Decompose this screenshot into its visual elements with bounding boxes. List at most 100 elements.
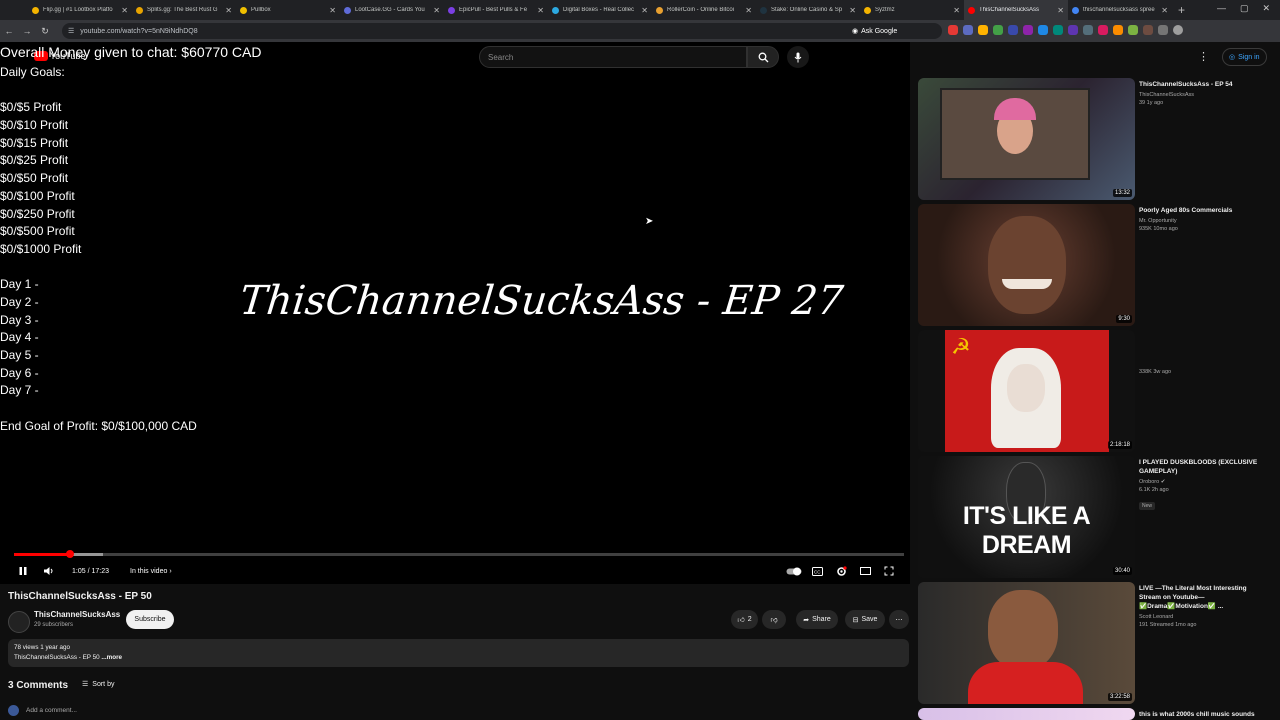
video-title[interactable]: this is what 2000s chill music sounds [1139,710,1269,719]
fullscreen-button[interactable] [884,562,894,580]
new-tab-icon[interactable]: + [1178,3,1185,17]
related-video-card[interactable]: 13:32 ThisChannelSucksAss - EP 54 ThisCh… [918,78,1278,202]
extension-icon[interactable] [948,25,958,35]
ask-google-button[interactable]: ◉ Ask Google [852,23,897,39]
video-thumbnail[interactable]: ☭ 2:18:18 [918,330,1135,452]
more-actions-button[interactable]: ⋯ [889,610,909,629]
back-icon[interactable]: ← [0,26,18,36]
in-this-video-button[interactable]: In this video › [130,562,172,580]
video-thumbnail[interactable]: 3:22:58 [918,582,1135,704]
show-more-link[interactable]: ...more [101,654,122,661]
browser-tab[interactable]: thischannelsucksass spree ✕ [1068,0,1172,20]
close-window-icon[interactable]: ✕ [1262,3,1270,14]
scrubber-handle[interactable] [66,550,75,558]
extension-icon[interactable] [1098,25,1108,35]
video-title[interactable]: ThisChannelSucksAss - EP 54 [1139,80,1269,89]
tab-close-icon[interactable]: ✕ [1057,6,1064,15]
video-thumbnail[interactable]: IT'S LIKE A DREAM 30:40 [918,456,1135,578]
related-video-card[interactable]: IT'S LIKE A DREAM 30:40 I PLAYED DUSKBLO… [918,456,1278,580]
browser-tab[interactable]: Stake: Online Casino & Sp ✕ [756,0,860,20]
channel-name[interactable]: ThisChannelSucksAss [34,610,120,619]
autoplay-toggle[interactable] [786,562,802,580]
site-info-icon[interactable]: ☰ [68,27,74,35]
tab-close-icon[interactable]: ✕ [641,6,648,15]
browser-tab[interactable]: LootCase.GG - Cards You ✕ [340,0,444,20]
voice-search-button[interactable] [787,46,809,68]
tab-close-icon[interactable]: ✕ [121,6,128,15]
extension-icon[interactable] [1158,25,1168,35]
extension-icon[interactable] [1038,25,1048,35]
extension-icon[interactable] [1008,25,1018,35]
browser-tab[interactable]: Digital Boxes - Real Collec ✕ [548,0,652,20]
dislike-button[interactable]: 👎︎ [762,610,786,629]
subscribe-button[interactable]: Subscribe [126,610,174,629]
related-video-card[interactable]: ☭ 2:18:18 338K 3w ago [918,330,1278,454]
share-button[interactable]: ➦ Share [796,610,838,629]
progress-bar[interactable] [14,550,904,558]
video-title[interactable]: Poorly Aged 80s Commercials [1139,206,1269,215]
sort-by-button[interactable]: ☰ Sort by [82,680,114,689]
tab-close-icon[interactable]: ✕ [329,6,336,15]
browser-tab[interactable]: RollerCoin - Online Bitcoi ✕ [652,0,756,20]
extension-icon[interactable] [963,25,973,35]
related-video-card[interactable]: this is what 2000s chill music sounds [918,708,1278,720]
pause-button[interactable] [18,562,28,580]
theater-mode-button[interactable] [860,562,871,580]
tab-close-icon[interactable]: ✕ [849,6,856,15]
browser-tab[interactable]: Splits.gg: The Best Rust G ✕ [132,0,236,20]
extension-icon[interactable] [978,25,988,35]
reload-icon[interactable]: ↻ [36,26,54,37]
tab-close-icon[interactable]: ✕ [537,6,544,15]
extension-icon[interactable] [1053,25,1063,35]
extension-icon[interactable] [1068,25,1078,35]
browser-tab[interactable]: Syztmz ✕ [860,0,964,20]
video-title[interactable]: I PLAYED DUSKBLOODS (EXCLUSIVE GAMEPLAY) [1139,458,1269,476]
video-channel[interactable]: Mr. Opportunity [1139,217,1269,225]
video-player[interactable]: YouTube Overall Money given to chat: $60… [0,42,910,584]
volume-button[interactable] [43,562,55,580]
sign-in-button[interactable]: ◎ Sign in [1222,48,1267,66]
extension-icon[interactable] [1128,25,1138,35]
tab-close-icon[interactable]: ✕ [225,6,232,15]
video-channel[interactable]: ThisChannelSucksAss [1139,91,1269,99]
player-controls: 1:05 / 17:23 In this video › CC [0,562,910,580]
tab-close-icon[interactable]: ✕ [433,6,440,15]
like-button[interactable]: 👍︎ 2 [731,610,758,629]
video-meta: this is what 2000s chill music sounds [1139,710,1269,719]
extension-icon[interactable] [1023,25,1033,35]
search-button[interactable] [747,46,779,68]
video-thumbnail[interactable] [918,708,1135,720]
video-thumbnail[interactable]: 9:30 [918,204,1135,326]
search-input[interactable]: Search [479,46,747,68]
captions-button[interactable]: CC [812,562,823,580]
maximize-icon[interactable]: ▢ [1240,3,1249,14]
related-video-card[interactable]: 9:30 Poorly Aged 80s Commercials Mr. Opp… [918,204,1278,328]
tab-close-icon[interactable]: ✕ [745,6,752,15]
address-bar[interactable]: ☰ youtube.com/watch?v=5nN9iNdhDQ8 [62,23,942,39]
extension-icon[interactable] [1113,25,1123,35]
video-title[interactable]: LIVE —The Literal Most Interesting Strea… [1139,584,1269,611]
extension-icon[interactable] [993,25,1003,35]
browser-tab[interactable]: Pullbox ✕ [236,0,340,20]
video-channel[interactable]: Scott Leonard [1139,613,1269,621]
forward-icon[interactable]: → [18,26,36,36]
video-thumbnail[interactable]: 13:32 [918,78,1135,200]
description-box[interactable]: 78 views 1 year ago ThisChannelSucksAss … [8,639,909,667]
browser-tab[interactable]: Flip.gg | #1 Lootbox Platfo ✕ [28,0,132,20]
channel-avatar[interactable] [8,611,30,633]
settings-button[interactable] [836,562,847,580]
profile-avatar[interactable] [1173,25,1183,35]
extension-icon[interactable] [1143,25,1153,35]
tab-close-icon[interactable]: ✕ [953,6,960,15]
goal-line: $0/$10 Profit [0,118,69,133]
minimize-icon[interactable]: — [1217,3,1226,14]
browser-tab[interactable]: EpicPull - Best Pulls & Fe ✕ [444,0,548,20]
related-video-card[interactable]: 3:22:58 LIVE —The Literal Most Interesti… [918,582,1278,706]
tab-close-icon[interactable]: ✕ [1161,6,1168,15]
more-options-icon[interactable]: ⋮ [1198,50,1209,63]
extension-icon[interactable] [1083,25,1093,35]
add-comment-input[interactable]: Add a comment... [26,707,77,714]
save-button[interactable]: ⊟ Save [845,610,885,629]
video-channel[interactable]: Oroboro ✔ [1139,478,1269,486]
browser-tab[interactable]: ThisChannelSucksAss ✕ [964,0,1068,20]
